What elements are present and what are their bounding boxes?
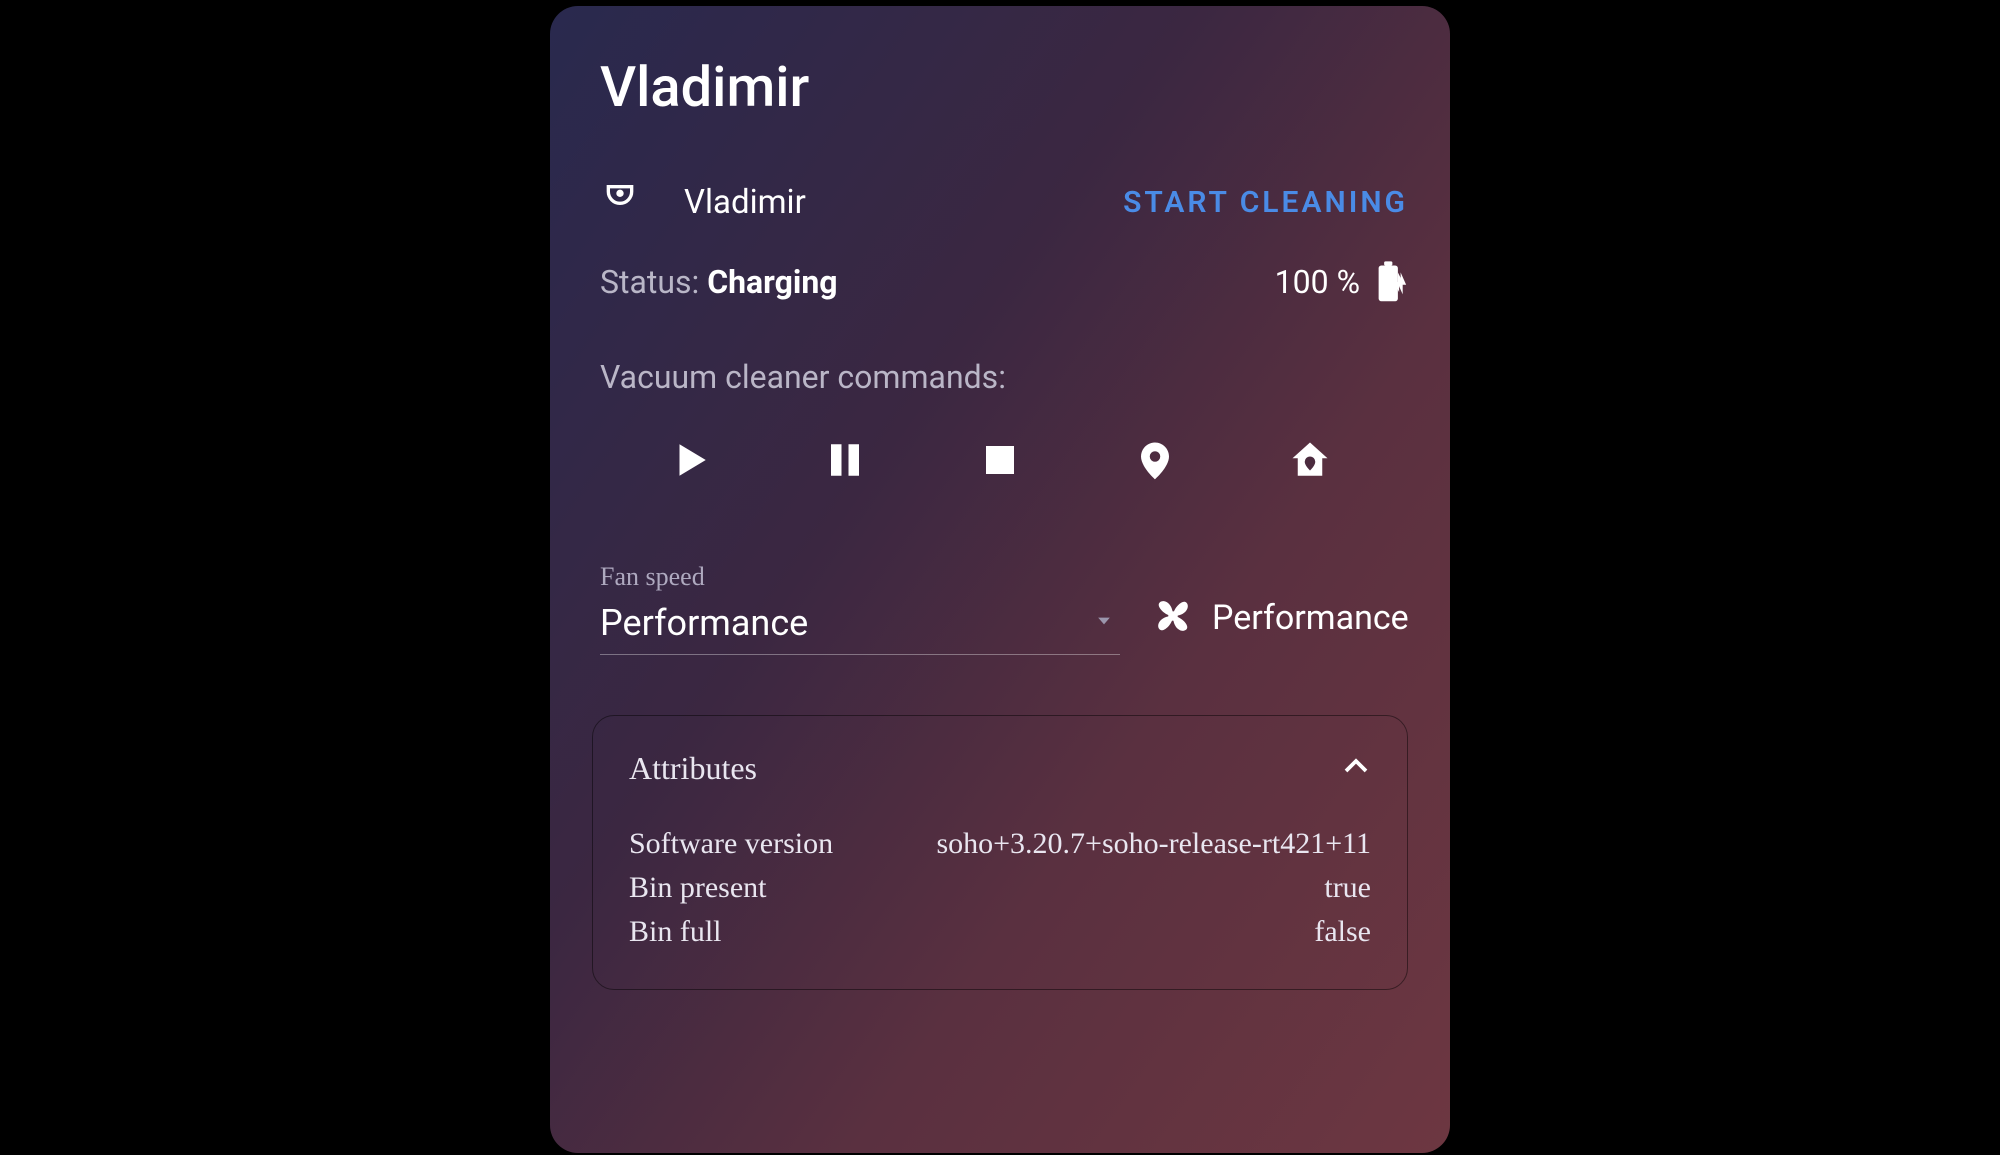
attribute-key: Software version bbox=[629, 827, 833, 861]
attribute-value: false bbox=[752, 915, 1371, 949]
robot-vacuum-icon bbox=[600, 180, 640, 224]
attribute-key: Bin full bbox=[629, 915, 722, 949]
fan-speed-display-text: Performance bbox=[1212, 598, 1409, 638]
vacuum-card: Vladimir Vladimir START CLEANING Status:… bbox=[550, 6, 1450, 1153]
start-cleaning-button[interactable]: START CLEANING bbox=[1123, 185, 1408, 220]
chevron-down-icon bbox=[1094, 611, 1114, 635]
attributes-panel: Attributes Software version soho+3.20.7+… bbox=[592, 715, 1408, 990]
attribute-row: Bin present true bbox=[629, 871, 1371, 905]
home-marker-icon bbox=[1289, 439, 1331, 485]
locate-button[interactable] bbox=[1125, 432, 1185, 492]
return-home-button[interactable] bbox=[1280, 432, 1340, 492]
play-button[interactable] bbox=[660, 432, 720, 492]
status-value: Charging bbox=[707, 263, 837, 301]
chevron-up-icon bbox=[1341, 751, 1371, 786]
pause-button[interactable] bbox=[815, 432, 875, 492]
attribute-key: Bin present bbox=[629, 871, 766, 905]
status-label: Status: bbox=[600, 263, 707, 301]
fan-speed-select[interactable]: Performance bbox=[600, 596, 1120, 655]
pause-icon bbox=[824, 439, 866, 485]
commands-row bbox=[592, 432, 1408, 492]
stop-button[interactable] bbox=[970, 432, 1030, 492]
attribute-row: Bin full false bbox=[629, 915, 1371, 949]
battery-charging-icon bbox=[1374, 260, 1408, 304]
play-icon bbox=[669, 439, 711, 485]
fan-speed-label: Fan speed bbox=[600, 562, 1120, 592]
fan-icon bbox=[1150, 593, 1196, 643]
device-name: Vladimir bbox=[684, 183, 806, 222]
device-row: Vladimir START CLEANING bbox=[592, 180, 1408, 224]
attribute-value: soho+3.20.7+soho-release-rt421+11 bbox=[863, 827, 1371, 861]
fan-speed-display: Performance bbox=[1150, 593, 1409, 643]
attribute-value: true bbox=[796, 871, 1371, 905]
fan-speed-value: Performance bbox=[600, 602, 808, 644]
attributes-title: Attributes bbox=[629, 750, 757, 787]
card-title: Vladimir bbox=[592, 54, 1408, 120]
battery-percentage: 100 % bbox=[1275, 263, 1360, 301]
commands-label: Vacuum cleaner commands: bbox=[592, 358, 1408, 396]
status-text: Status: Charging bbox=[600, 263, 838, 301]
attributes-toggle[interactable]: Attributes bbox=[629, 750, 1371, 787]
map-marker-icon bbox=[1134, 439, 1176, 485]
attribute-row: Software version soho+3.20.7+soho-releas… bbox=[629, 827, 1371, 861]
stop-icon bbox=[979, 439, 1021, 485]
